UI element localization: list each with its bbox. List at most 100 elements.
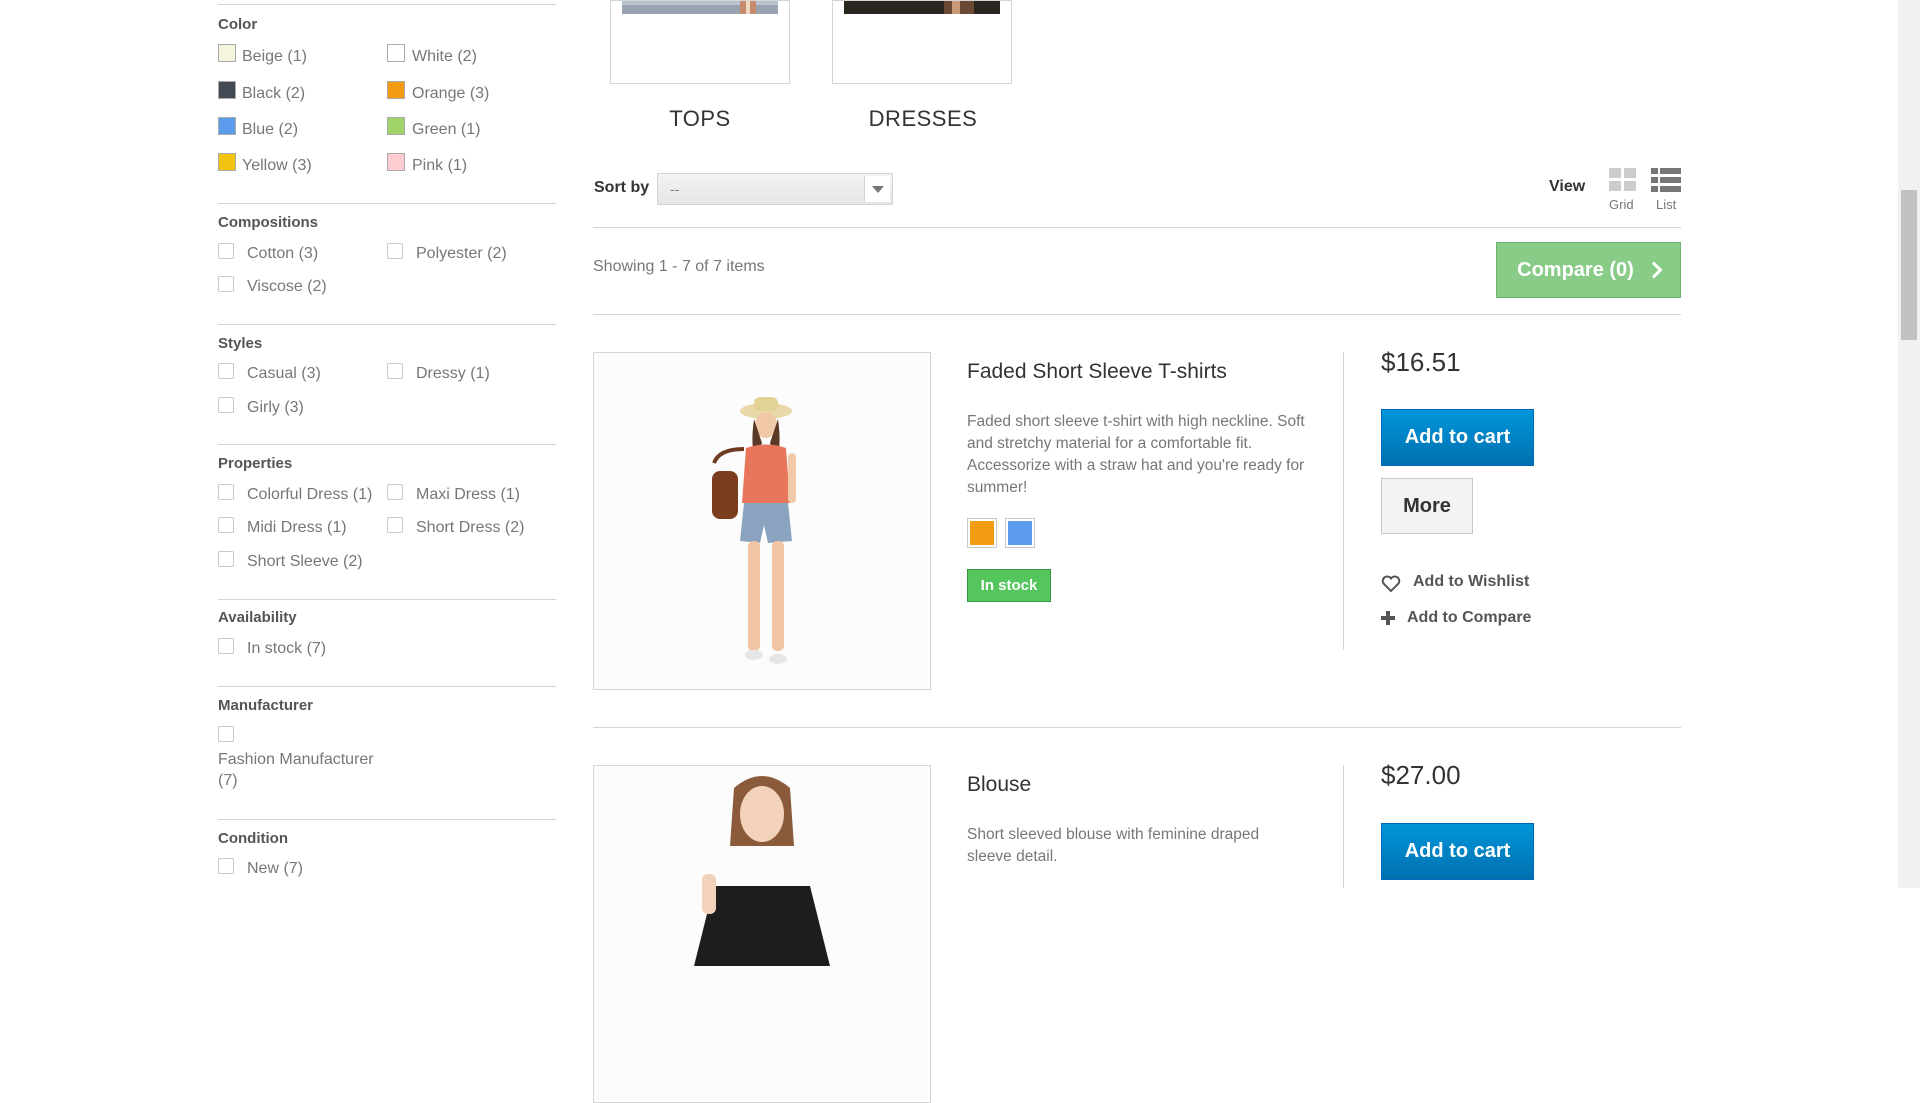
view-label: View	[1549, 178, 1586, 195]
checkbox-dressy[interactable]	[387, 363, 403, 379]
scrollbar-track[interactable]	[1898, 0, 1920, 888]
filter-label-viscose[interactable]: Viscose (2)	[247, 278, 327, 296]
filter-label-midi-dress[interactable]: Midi Dress (1)	[247, 519, 347, 537]
divider	[593, 314, 1681, 315]
color-swatch[interactable]	[218, 81, 236, 99]
checkbox-cotton[interactable]	[218, 243, 234, 259]
heart-icon	[1381, 575, 1401, 593]
list-view-icon[interactable]	[1651, 168, 1681, 192]
category-card-tops[interactable]	[610, 0, 790, 84]
filter-title-manufacturer: Manufacturer	[218, 697, 314, 714]
category-image-dresses[interactable]	[844, 1, 1000, 14]
divider	[218, 686, 556, 687]
product-photo-woman-blouse	[594, 766, 930, 1102]
product-price: $16.51	[1381, 347, 1461, 377]
divider	[218, 203, 556, 204]
product-name[interactable]: Faded Short Sleeve T-shirts	[967, 360, 1227, 384]
checkbox-midi-dress[interactable]	[218, 517, 234, 533]
compare-button[interactable]: Compare (0)	[1496, 242, 1681, 298]
chevron-right-icon	[1645, 261, 1663, 279]
compare-link-label: Add to Compare	[1407, 609, 1532, 626]
product-image[interactable]	[593, 765, 931, 1103]
divider	[593, 727, 1681, 728]
filter-label-fashion-manufacturer-count[interactable]: (7)	[218, 772, 238, 790]
sort-select[interactable]: --	[657, 173, 893, 205]
category-image-tops[interactable]	[622, 1, 778, 14]
checkbox-maxi-dress[interactable]	[387, 484, 403, 500]
checkbox-girly[interactable]	[218, 397, 234, 413]
stock-badge: In stock	[967, 569, 1051, 602]
product-color-blue[interactable]	[1005, 518, 1035, 548]
filter-label-maxi-dress[interactable]: Maxi Dress (1)	[416, 486, 520, 504]
divider	[1343, 765, 1344, 888]
divider	[218, 819, 556, 820]
color-swatch[interactable]	[218, 117, 236, 135]
divider	[1343, 352, 1344, 650]
color-label: White (2)	[412, 48, 477, 65]
grid-view-icon[interactable]	[1609, 168, 1637, 192]
color-swatch[interactable]	[218, 153, 236, 171]
checkbox-in-stock[interactable]	[218, 638, 234, 654]
list-view-label[interactable]: List	[1656, 197, 1676, 212]
sort-value: --	[670, 181, 680, 197]
divider	[218, 324, 556, 325]
color-swatch[interactable]	[218, 44, 236, 62]
checkbox-viscose[interactable]	[218, 276, 234, 292]
filter-label-girly[interactable]: Girly (3)	[247, 399, 304, 417]
product-name[interactable]: Blouse	[967, 773, 1031, 797]
color-label: Black (2)	[242, 85, 306, 102]
checkbox-new[interactable]	[218, 858, 234, 874]
chevron-down-icon[interactable]	[864, 176, 890, 202]
color-label: Green (1)	[412, 121, 481, 138]
product-description: Faded short sleeve t-shirt with high nec…	[967, 413, 1305, 496]
color-swatch[interactable]	[387, 44, 405, 62]
filter-label-polyester[interactable]: Polyester (2)	[416, 245, 507, 263]
category-name-tops[interactable]: TOPS	[600, 106, 800, 132]
divider	[218, 444, 556, 445]
filter-title-styles: Styles	[218, 335, 263, 352]
filter-title-condition: Condition	[218, 830, 288, 847]
filter-label-short-sleeve[interactable]: Short Sleeve (2)	[247, 553, 363, 571]
color-label: Orange (3)	[412, 85, 490, 102]
filter-label-dressy[interactable]: Dressy (1)	[416, 365, 490, 383]
color-swatch[interactable]	[387, 153, 405, 171]
color-fill	[1008, 521, 1032, 545]
filter-label-colorful-dress[interactable]: Colorful Dress (1)	[247, 486, 372, 504]
divider	[218, 4, 556, 5]
category-card-dresses[interactable]	[832, 0, 1012, 84]
color-label: Blue (2)	[242, 121, 299, 138]
plus-icon	[1381, 611, 1395, 625]
product-image[interactable]	[593, 352, 931, 690]
color-swatch[interactable]	[387, 117, 405, 135]
color-label: Beige (1)	[242, 48, 307, 65]
filter-label-short-dress[interactable]: Short Dress (2)	[416, 519, 524, 537]
color-swatch[interactable]	[387, 81, 405, 99]
filter-title-color: Color	[218, 16, 258, 33]
filter-label-in-stock[interactable]: In stock (7)	[247, 640, 326, 658]
checkbox-fashion-manufacturer[interactable]	[218, 726, 234, 742]
more-button[interactable]: More	[1381, 478, 1473, 534]
filter-label-cotton[interactable]: Cotton (3)	[247, 245, 318, 263]
scrollbar-thumb[interactable]	[1901, 190, 1917, 340]
add-to-cart-button[interactable]: Add to cart	[1381, 409, 1534, 466]
checkbox-short-dress[interactable]	[387, 517, 403, 533]
checkbox-colorful-dress[interactable]	[218, 484, 234, 500]
filter-label-casual[interactable]: Casual (3)	[247, 365, 321, 383]
product-description: Short sleeved blouse with feminine drape…	[967, 826, 1260, 865]
filter-title-properties: Properties	[218, 455, 293, 472]
product-photo-woman-hat	[594, 353, 930, 689]
product-color-orange[interactable]	[967, 518, 997, 548]
add-to-cart-button[interactable]: Add to cart	[1381, 823, 1534, 880]
category-name-dresses[interactable]: DRESSES	[823, 106, 1023, 132]
checkbox-short-sleeve[interactable]	[218, 551, 234, 567]
checkbox-casual[interactable]	[218, 363, 234, 379]
sort-label: Sort by	[594, 179, 650, 196]
filter-title-compositions: Compositions	[218, 214, 318, 231]
compare-label: Compare (0)	[1517, 258, 1634, 281]
checkbox-polyester[interactable]	[387, 243, 403, 259]
color-label: Yellow (3)	[242, 157, 312, 174]
grid-view-label[interactable]: Grid	[1609, 197, 1634, 212]
filter-label-fashion-manufacturer[interactable]: Fashion Manufacturer	[218, 751, 374, 769]
showing-count: Showing 1 - 7 of 7 items	[593, 258, 765, 275]
filter-label-new[interactable]: New (7)	[247, 860, 303, 878]
